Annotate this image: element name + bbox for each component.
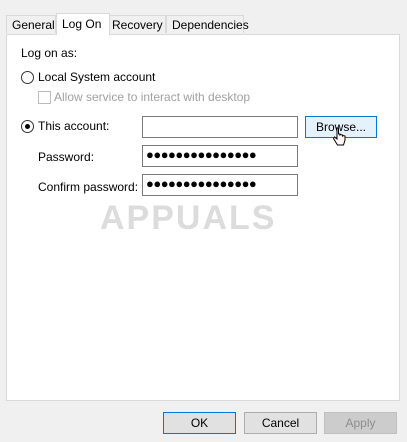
tab-general[interactable]: General — [6, 15, 56, 33]
apply-button-label: Apply — [345, 416, 376, 430]
log-on-as-heading: Log on as: — [21, 46, 78, 60]
appuals-watermark: APPUALS — [100, 199, 277, 237]
confirm-password-label: Confirm password: — [38, 180, 139, 194]
tab-log-on[interactable]: Log On — [56, 13, 110, 35]
tab-log-on-label: Log On — [62, 17, 102, 31]
this-account-radio[interactable] — [21, 120, 34, 133]
account-input[interactable] — [142, 116, 298, 138]
password-input[interactable]: ●●●●●●●●●●●●●●● — [142, 145, 298, 167]
confirm-password-input[interactable]: ●●●●●●●●●●●●●●● — [142, 174, 298, 196]
tab-dependencies[interactable]: Dependencies — [166, 15, 249, 33]
local-system-radio[interactable] — [21, 71, 34, 84]
ok-button-label: OK — [190, 416, 209, 430]
tab-recovery-label: Recovery — [112, 18, 163, 32]
ok-button[interactable]: OK — [163, 412, 236, 434]
local-system-label[interactable]: Local System account — [38, 70, 155, 84]
tab-general-label: General — [12, 18, 55, 32]
confirm-password-input-value: ●●●●●●●●●●●●●●● — [146, 176, 257, 191]
cancel-button-label: Cancel — [261, 416, 300, 430]
radio-selected-dot — [25, 124, 30, 129]
cancel-button[interactable]: Cancel — [244, 412, 317, 434]
password-label: Password: — [38, 150, 95, 164]
this-account-label[interactable]: This account: — [38, 119, 109, 133]
tab-dependencies-label: Dependencies — [172, 18, 249, 32]
allow-interact-label[interactable]: Allow service to interact with desktop — [54, 90, 250, 104]
allow-interact-checkbox[interactable] — [38, 91, 51, 104]
tab-recovery[interactable]: Recovery — [106, 15, 166, 33]
mouse-pointer-icon — [333, 127, 346, 146]
apply-button[interactable]: Apply — [324, 412, 397, 434]
password-input-value: ●●●●●●●●●●●●●●● — [146, 147, 257, 162]
